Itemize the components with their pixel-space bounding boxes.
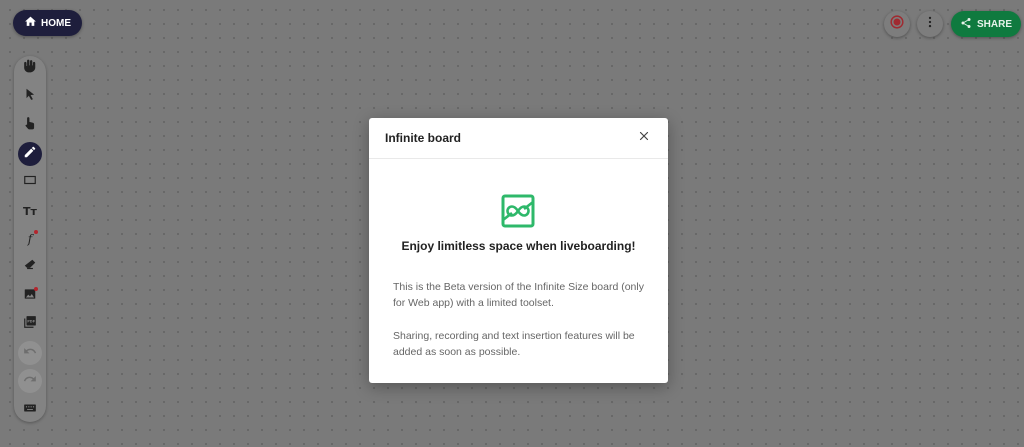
tool-image[interactable] [18, 284, 42, 308]
pdf-icon: PDF [23, 315, 37, 334]
tool-formula[interactable]: f [18, 227, 42, 251]
eraser-icon [23, 258, 37, 277]
more-options-button[interactable] [917, 11, 943, 37]
undo-icon [23, 344, 37, 363]
tool-hand[interactable] [18, 56, 42, 80]
keyboard-icon [23, 401, 37, 420]
tool-select[interactable] [18, 84, 42, 108]
rectangle-icon [23, 173, 37, 192]
share-label: SHARE [976, 18, 1012, 30]
infinity-board-icon [501, 194, 535, 228]
pointing-hand-icon [23, 116, 37, 135]
text-size-icon: Tт [23, 204, 37, 218]
redo-icon [23, 372, 37, 391]
record-button[interactable] [884, 11, 910, 37]
function-icon: f [27, 232, 33, 246]
close-icon [638, 129, 650, 147]
infinite-board-dialog: Infinite board Enjoy limitless space whe… [369, 118, 668, 383]
home-label: HOME [41, 17, 71, 29]
tool-text[interactable]: Tт [18, 199, 42, 223]
tool-pointer[interactable] [18, 113, 42, 137]
svg-text:PDF: PDF [27, 319, 35, 323]
tool-keyboard[interactable] [18, 398, 42, 422]
dialog-paragraph-features: Sharing, recording and text insertion fe… [393, 330, 635, 358]
tool-rectangle[interactable] [18, 170, 42, 194]
notification-dot [34, 287, 38, 291]
notification-dot [34, 230, 38, 234]
cursor-arrow-icon [23, 87, 37, 106]
record-icon [890, 14, 904, 34]
more-vertical-icon [923, 15, 937, 34]
dialog-heading: Enjoy limitless space when liveboarding! [401, 239, 636, 253]
home-button[interactable]: HOME [13, 10, 82, 36]
tool-undo[interactable] [18, 341, 42, 365]
dialog-header: Infinite board [369, 118, 668, 159]
tool-pdf[interactable]: PDF [18, 312, 42, 336]
tool-eraser[interactable] [18, 255, 42, 279]
dialog-title: Infinite board [385, 131, 461, 145]
dialog-paragraph-beta: This is the Beta version of the Infinite… [393, 281, 644, 309]
tool-redo[interactable] [18, 369, 42, 393]
hand-icon [23, 59, 37, 78]
share-icon [960, 17, 972, 32]
share-button[interactable]: SHARE [951, 11, 1021, 37]
close-button[interactable] [634, 128, 654, 148]
tool-pen[interactable] [18, 142, 42, 166]
drawing-toolbar: Tт f PDF [14, 56, 46, 422]
pencil-icon [23, 145, 37, 164]
home-icon [24, 15, 37, 31]
